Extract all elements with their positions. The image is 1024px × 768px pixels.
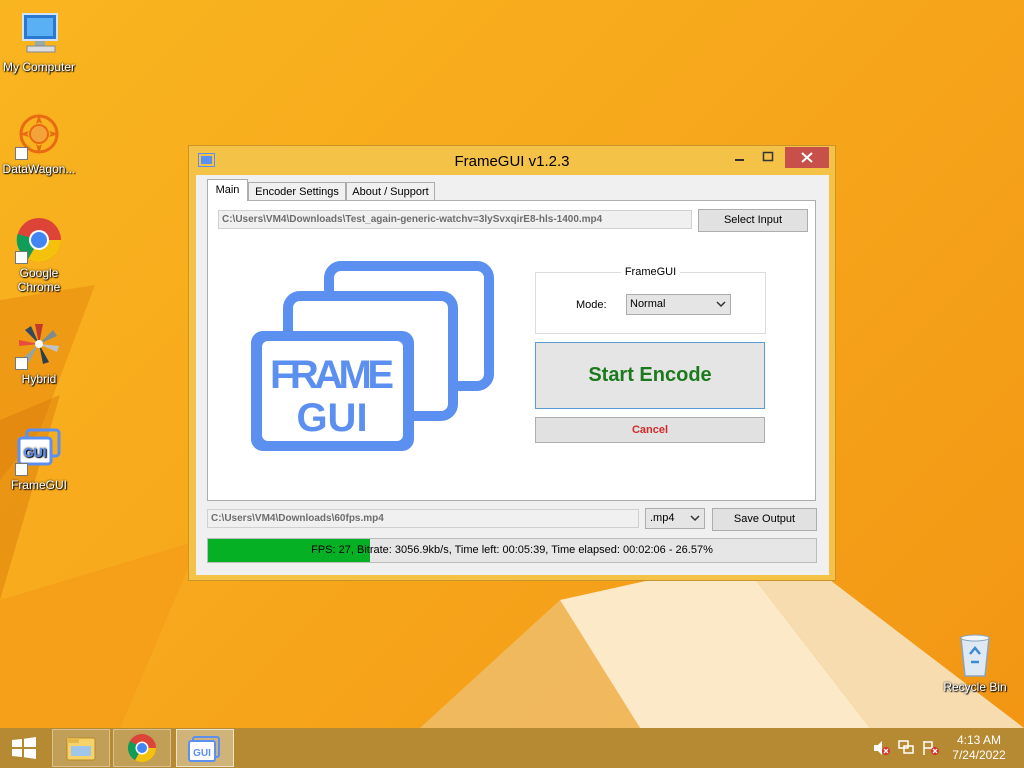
windows-logo-icon bbox=[12, 737, 36, 759]
computer-icon bbox=[15, 10, 63, 58]
extension-dropdown[interactable]: .mp4 bbox=[645, 508, 705, 529]
clock-time: 4:13 AM bbox=[956, 733, 1002, 747]
action-center-icon[interactable] bbox=[922, 740, 940, 759]
taskbar-framegui[interactable]: GUI bbox=[176, 729, 234, 767]
recycle-bin-icon bbox=[951, 630, 999, 678]
svg-text:GUI: GUI bbox=[23, 445, 46, 460]
window-client-area: Main Encoder Settings About / Support C:… bbox=[196, 175, 829, 575]
progress-bar: FPS: 27, Bitrate: 3056.9kb/s, Time left:… bbox=[207, 538, 817, 563]
desktop-icon-google-chrome[interactable]: Google Chrome bbox=[0, 216, 78, 294]
close-icon bbox=[801, 152, 813, 163]
progress-status-text: FPS: 27, Bitrate: 3056.9kb/s, Time left:… bbox=[311, 544, 713, 556]
taskbar-file-explorer[interactable] bbox=[52, 729, 110, 767]
logo-text-gui: GUI bbox=[296, 396, 367, 440]
input-path-field[interactable]: C:\Users\VM4\Downloads\Test_again-generi… bbox=[218, 210, 692, 229]
taskbar: GUI 4:13 AM 7/24/2022 bbox=[0, 728, 1024, 768]
shortcut-arrow-icon bbox=[15, 463, 28, 476]
tab-about-support[interactable]: About / Support bbox=[346, 182, 435, 202]
mode-dropdown[interactable]: Normal bbox=[626, 294, 731, 315]
network-icon[interactable] bbox=[898, 740, 916, 759]
taskbar-chrome[interactable] bbox=[113, 729, 171, 767]
output-path-field[interactable]: C:\Users\VM4\Downloads\60fps.mp4 bbox=[207, 509, 639, 528]
group-title: FrameGUI bbox=[536, 266, 765, 278]
chrome-icon bbox=[15, 216, 63, 264]
close-button[interactable] bbox=[785, 147, 829, 168]
chrome-icon bbox=[128, 734, 156, 762]
desktop-icon-framegui[interactable]: GUI FrameGUI bbox=[0, 428, 78, 492]
start-encode-button[interactable]: Start Encode bbox=[535, 342, 765, 409]
framegui-logo: FRAME GUI bbox=[246, 261, 498, 461]
chevron-down-icon bbox=[690, 509, 700, 535]
tab-encoder-settings[interactable]: Encoder Settings bbox=[248, 182, 346, 202]
desktop-icon-my-computer[interactable]: My Computer bbox=[0, 10, 78, 74]
framegui-icon: GUI bbox=[188, 736, 220, 762]
desktop-icon-hybrid[interactable]: Hybrid bbox=[0, 322, 78, 386]
framegui-window: FrameGUI v1.2.3 Main Encoder Settings Ab… bbox=[188, 145, 836, 581]
datawagon-icon bbox=[15, 112, 63, 160]
select-input-button[interactable]: Select Input bbox=[698, 209, 808, 232]
speaker-muted-icon[interactable] bbox=[872, 740, 890, 759]
desktop-icon-label: My Computer bbox=[2, 60, 76, 74]
desktop-icon-label: Hybrid bbox=[21, 372, 57, 386]
desktop-icon-recycle-bin[interactable]: Recycle Bin bbox=[936, 630, 1014, 694]
desktop-icon-label: Recycle Bin bbox=[943, 680, 1007, 694]
start-button[interactable] bbox=[0, 728, 48, 768]
shortcut-arrow-icon bbox=[15, 357, 28, 370]
file-explorer-icon bbox=[66, 737, 96, 761]
desktop-icon-label: DataWagon... bbox=[2, 162, 76, 176]
shortcut-arrow-icon bbox=[15, 251, 28, 264]
mode-label: Mode: bbox=[576, 299, 607, 311]
taskbar-clock[interactable]: 4:13 AM 7/24/2022 bbox=[944, 733, 1014, 763]
extension-value: .mp4 bbox=[650, 512, 675, 524]
mode-value: Normal bbox=[630, 298, 666, 310]
main-tab-panel: C:\Users\VM4\Downloads\Test_again-generi… bbox=[207, 200, 816, 501]
chevron-down-icon bbox=[716, 295, 726, 321]
framegui-icon: GUI bbox=[15, 428, 63, 476]
save-output-button[interactable]: Save Output bbox=[712, 508, 817, 531]
title-bar[interactable]: FrameGUI v1.2.3 bbox=[189, 146, 835, 176]
tab-main[interactable]: Main bbox=[207, 179, 248, 201]
desktop-icon-label: Google Chrome bbox=[17, 266, 61, 294]
minimize-button[interactable] bbox=[727, 147, 753, 168]
desktop-icon-datawagon[interactable]: DataWagon... bbox=[0, 112, 78, 176]
clock-date: 7/24/2022 bbox=[952, 748, 1006, 762]
desktop-icon-label: FrameGUI bbox=[10, 478, 67, 492]
logo-text-frame: FRAME bbox=[270, 353, 394, 397]
shortcut-arrow-icon bbox=[15, 147, 28, 160]
framegui-groupbox: FrameGUI Mode: Normal bbox=[535, 266, 766, 334]
svg-text:GUI: GUI bbox=[193, 748, 211, 759]
cancel-button[interactable]: Cancel bbox=[535, 417, 765, 443]
maximize-button[interactable] bbox=[755, 147, 781, 168]
hybrid-icon bbox=[15, 322, 63, 370]
